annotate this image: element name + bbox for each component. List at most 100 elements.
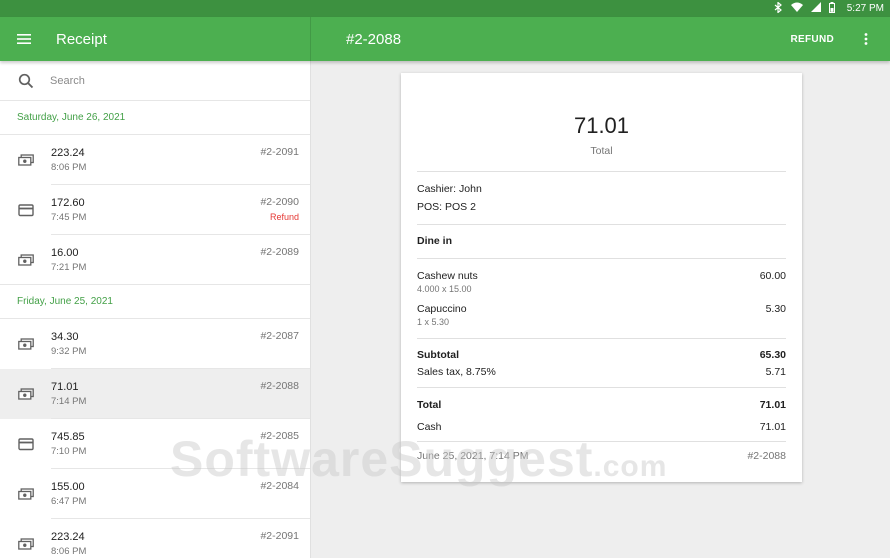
receipt-list-item[interactable]: 223.24 8:06 PM #2-2091 (0, 519, 310, 558)
receipt-item-time: 7:10 PM (51, 446, 87, 457)
date-header: Friday, June 25, 2021 (0, 285, 310, 319)
receipt-item-meta: #2-2088 (260, 380, 299, 392)
subtotal-value: 65.30 (759, 349, 786, 361)
pos-line: POS: POS 2 (417, 201, 786, 213)
receipt-item-meta: #2-2084 (260, 480, 299, 492)
cashier-text: Cashier: John (417, 183, 482, 195)
receipt-list-item[interactable]: 223.24 8:06 PM #2-2091 (0, 135, 310, 185)
dining-option-text: Dine in (417, 235, 453, 247)
card-icon (18, 436, 34, 452)
wifi-icon (790, 2, 803, 15)
cash-icon (18, 536, 34, 552)
receipt-item-number: #2-2087 (260, 330, 299, 342)
receipt-item-time: 9:32 PM (51, 346, 87, 357)
receipt-item-time: 6:47 PM (51, 496, 87, 507)
receipt-item-meta: #2-2089 (260, 246, 299, 258)
refund-button[interactable]: REFUND (777, 26, 848, 53)
divider (417, 387, 786, 388)
search-input[interactable] (50, 74, 280, 87)
payment-label: Cash (417, 421, 442, 433)
status-time: 5:27 PM (846, 3, 884, 14)
receipt-footer: June 25, 2021, 7:14 PM #2-2088 (417, 450, 786, 462)
receipt-total-label: Total (590, 145, 613, 157)
more-vert-icon (864, 33, 868, 45)
receipt-list-item[interactable]: 34.30 9:32 PM #2-2087 (0, 319, 310, 369)
more-options-button[interactable] (848, 17, 884, 61)
card-icon (18, 202, 34, 218)
search-bar (0, 61, 310, 101)
total-row-value: 71.01 (759, 399, 786, 411)
hamburger-menu-icon (17, 34, 31, 44)
receipt-item-number: #2-2085 (260, 430, 299, 442)
line-item-row: Capuccino 5.30 (417, 303, 786, 315)
total-line: Total 71.01 (417, 399, 786, 411)
divider (417, 441, 786, 442)
date-header: Saturday, June 26, 2021 (0, 101, 310, 135)
line-item-price: 5.30 (765, 303, 786, 315)
line-item-row: Cashew nuts 60.00 (417, 270, 786, 282)
receipt-total-amount: 71.01 (573, 113, 630, 138)
cash-icon (18, 252, 34, 268)
receipt-items: Cashew nuts 60.00 4.000 x 15.00 Capuccin… (417, 270, 786, 327)
cash-icon (18, 152, 34, 168)
cash-icon (18, 386, 34, 402)
app-bar-right: #2-2088 REFUND (311, 17, 890, 61)
receipt-item-time: 8:06 PM (51, 162, 87, 173)
app-bar: Receipt #2-2088 REFUND (0, 17, 890, 61)
cash-icon (18, 486, 34, 502)
receipt-list-item[interactable]: 71.01 7:14 PM #2-2088 (0, 369, 310, 419)
app-title: Receipt (56, 30, 107, 48)
refund-status-label: Refund (269, 212, 299, 222)
line-item-name: Capuccino (417, 303, 467, 315)
bluetooth-icon (774, 0, 783, 16)
receipt-item-time: 7:21 PM (51, 262, 87, 273)
receipt-datetime: June 25, 2021, 7:14 PM (417, 450, 529, 462)
payment-line: Cash 71.01 (417, 421, 786, 433)
line-item-name: Cashew nuts (417, 270, 478, 282)
receipt-number-title: #2-2088 (346, 30, 402, 48)
divider (417, 258, 786, 259)
receipt-list-item[interactable]: 16.00 7:21 PM #2-2089 (0, 235, 310, 285)
receipt-item-meta: #2-2085 (260, 430, 299, 442)
tax-value: 5.71 (765, 366, 786, 378)
payment-value: 71.01 (759, 421, 786, 433)
receipt-item-number: #2-2091 (260, 146, 299, 158)
status-bar: 5:27 PM (0, 0, 890, 17)
receipt-list-item[interactable]: 172.60 7:45 PM #2-2090 Refund (0, 185, 310, 235)
cash-icon (18, 336, 34, 352)
receipt-item-number: #2-2084 (260, 480, 299, 492)
subtotal-line: Subtotal 65.30 (417, 349, 786, 361)
tax-line: Sales tax, 8.75% 5.71 (417, 366, 786, 378)
receipt-list-panel: Saturday, June 26, 2021 223.24 8:06 PM #… (0, 61, 311, 558)
divider (417, 224, 786, 225)
receipt-item-number: #2-2090 (260, 196, 299, 208)
receipt-list-item[interactable]: 745.85 7:10 PM #2-2085 (0, 419, 310, 469)
divider (417, 171, 786, 172)
receipt-list-item[interactable]: 155.00 6:47 PM #2-2084 (0, 469, 310, 519)
receipt-item-time: 7:14 PM (51, 396, 87, 407)
receipt-item-meta: #2-2090 Refund (260, 196, 299, 222)
receipt-footer-number: #2-2088 (747, 450, 786, 462)
receipt-item-meta: #2-2091 (260, 530, 299, 542)
line-item-price: 60.00 (759, 270, 786, 282)
receipt-item-meta: #2-2087 (260, 330, 299, 342)
receipt-item-number: #2-2091 (260, 530, 299, 542)
tax-label: Sales tax, 8.75% (417, 366, 496, 378)
receipt-item-number: #2-2088 (260, 380, 299, 392)
divider (417, 338, 786, 339)
line-item-detail: 4.000 x 15.00 (417, 284, 472, 294)
line-item: Capuccino 5.30 1 x 5.30 (417, 303, 786, 327)
line-item-detail: 1 x 5.30 (417, 317, 450, 327)
menu-button[interactable] (2, 17, 46, 61)
search-icon (18, 73, 34, 88)
dining-option-line: Dine in (417, 235, 786, 247)
receipt-list: Saturday, June 26, 2021 223.24 8:06 PM #… (0, 101, 310, 558)
receipt-card: 71.01 Total Cashier: John POS: POS 2 Din… (401, 73, 802, 482)
subtotal-label: Subtotal (417, 349, 459, 361)
pos-text: POS: POS 2 (417, 201, 476, 213)
app-bar-left: Receipt (0, 17, 311, 61)
receipt-item-meta: #2-2091 (260, 146, 299, 158)
total-row-label: Total (417, 399, 442, 411)
line-item: Cashew nuts 60.00 4.000 x 15.00 (417, 270, 786, 294)
receipt-item-time: 8:06 PM (51, 546, 87, 557)
